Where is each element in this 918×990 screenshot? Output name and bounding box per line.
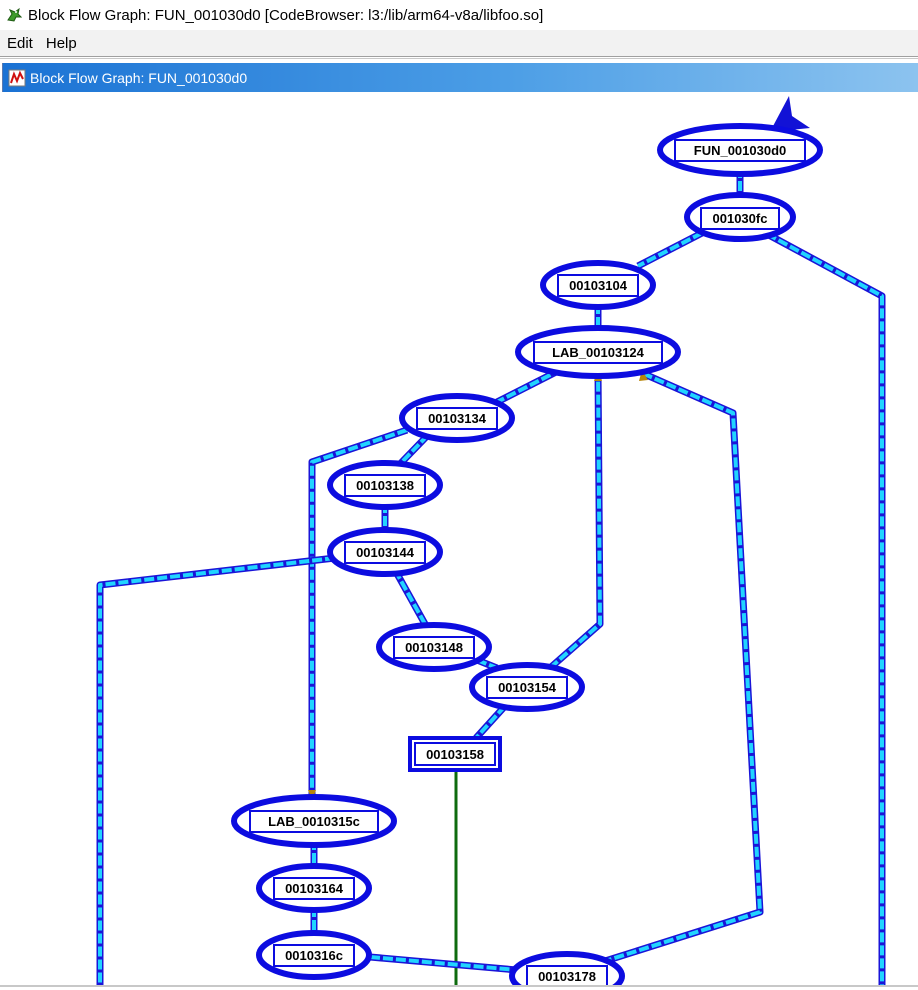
node-label: 00103144 — [356, 545, 415, 560]
graph-node[interactable]: 00103158 — [408, 736, 502, 772]
divider — [0, 56, 918, 57]
edge-030fc-to-03104 — [636, 229, 704, 270]
window-titlebar: Block Flow Graph: FUN_001030d0 [CodeBrow… — [0, 0, 918, 30]
edge-03178-back-to-03124 — [600, 369, 764, 966]
menu-bar: Edit Help — [0, 30, 918, 56]
edge-03154-to-03158 — [473, 703, 508, 741]
block-flow-graph-icon — [8, 69, 26, 86]
node-label: 0010316c — [285, 948, 343, 963]
panel-header[interactable]: Block Flow Graph: FUN_001030d0 — [2, 63, 918, 92]
node-label: 00103138 — [356, 478, 414, 493]
node-label: FUN_001030d0 — [694, 143, 787, 158]
graph-node[interactable]: LAB_00103124 — [515, 325, 681, 379]
node-label: 00103148 — [405, 640, 463, 655]
node-label: LAB_00103124 — [552, 345, 645, 360]
graph-node[interactable]: 0010316c — [256, 930, 372, 980]
edge-0316c-to-03178 — [369, 953, 518, 974]
node-label: LAB_0010315c — [268, 814, 360, 829]
graph-node[interactable]: 00103104 — [540, 260, 656, 310]
node-label: 00103164 — [285, 881, 344, 896]
node-label: 001030fc — [713, 211, 768, 226]
entry-point-icon — [772, 96, 810, 130]
edge-030fc-right-loop — [765, 230, 886, 985]
graph-node[interactable]: 00103144 — [327, 527, 443, 577]
node-label: 00103178 — [538, 969, 596, 984]
graph-node[interactable]: 00103164 — [256, 863, 372, 913]
node-label: 00103134 — [428, 411, 487, 426]
divider — [0, 58, 918, 59]
graph-node[interactable]: 00103148 — [376, 622, 492, 672]
edge-03154-back-to-03124 — [547, 371, 604, 671]
edge-03134-to-03138 — [396, 432, 431, 468]
graph-canvas[interactable]: FUN_001030d0 001030fc 00103104 LAB_00103… — [2, 93, 918, 990]
node-label: 00103104 — [569, 278, 628, 293]
edge-03144-left-loop — [96, 554, 336, 985]
graph-svg[interactable]: FUN_001030d0 001030fc 00103104 LAB_00103… — [2, 93, 918, 990]
ghidra-dragon-icon — [7, 7, 22, 22]
menu-help[interactable]: Help — [39, 35, 83, 52]
graph-node[interactable]: 001030fc — [684, 192, 796, 242]
menu-edit[interactable]: Edit — [0, 35, 39, 52]
panel-title: Block Flow Graph: FUN_001030d0 — [30, 69, 248, 86]
graph-node[interactable]: 00103154 — [469, 662, 585, 712]
node-label: 00103154 — [498, 680, 557, 695]
graph-node[interactable]: 00103178 — [509, 951, 625, 990]
window-title: Block Flow Graph: FUN_001030d0 [CodeBrow… — [28, 6, 544, 24]
node-label: 00103158 — [426, 747, 484, 762]
edge-03144-to-03148 — [391, 568, 429, 626]
graph-node[interactable]: 00103138 — [327, 460, 443, 510]
graph-node[interactable]: 00103134 — [399, 393, 515, 443]
graph-node[interactable]: FUN_001030d0 — [657, 123, 823, 177]
graph-node[interactable]: LAB_0010315c — [231, 794, 397, 848]
